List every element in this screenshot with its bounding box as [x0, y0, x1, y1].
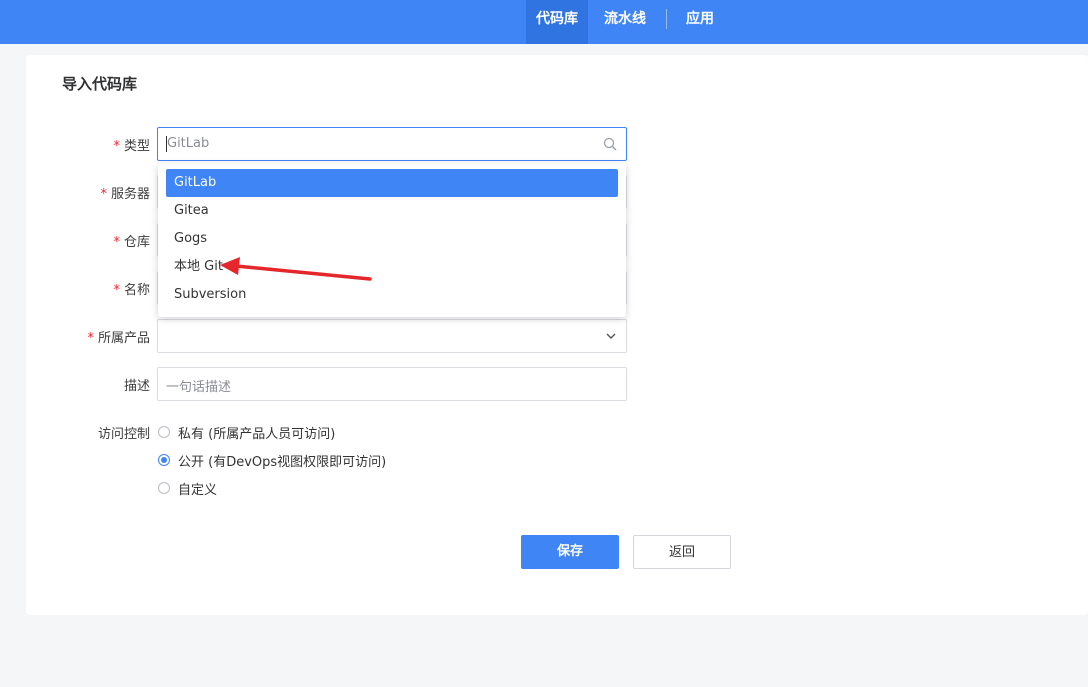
radio-public-label[interactable]: 公开 (有DevOps视图权限即可访问): [178, 451, 386, 470]
nav-divider: [666, 9, 667, 29]
radio-private-label[interactable]: 私有 (所属产品人员可访问): [178, 423, 335, 442]
radio-private[interactable]: [158, 426, 170, 438]
repo-label: * 仓库: [113, 235, 150, 250]
description-input[interactable]: 一句话描述: [157, 367, 627, 401]
type-dropdown-menu: GitLab Gitea Gogs 本地 Git Subversion: [158, 163, 626, 317]
page-title: 导入代码库: [62, 75, 138, 93]
dropdown-option-gogs[interactable]: Gogs: [166, 225, 618, 253]
radio-custom[interactable]: [158, 482, 170, 494]
search-icon: [603, 137, 617, 151]
nav-tab-repositories[interactable]: 代码库: [526, 0, 588, 44]
nav-tab-pipelines[interactable]: 流水线: [596, 0, 654, 44]
radio-public[interactable]: [158, 454, 170, 466]
text-cursor: [166, 136, 167, 152]
desc-label: 描述: [123, 379, 150, 394]
dropdown-option-gitea[interactable]: Gitea: [166, 197, 618, 225]
server-label: * 服务器: [100, 187, 150, 202]
chevron-down-icon: [606, 333, 616, 339]
nav-tab-applications[interactable]: 应用: [678, 0, 722, 44]
dropdown-option-gitlab[interactable]: GitLab: [166, 169, 618, 197]
type-select-input[interactable]: GitLab: [157, 127, 627, 161]
dropdown-option-subversion[interactable]: Subversion: [166, 281, 618, 309]
back-button[interactable]: 返回: [633, 535, 731, 569]
name-label: * 名称: [113, 283, 150, 298]
access-label: 访问控制: [97, 427, 150, 442]
type-select-value: GitLab: [167, 136, 210, 151]
radio-custom-label[interactable]: 自定义: [178, 479, 217, 498]
required-mark: *: [113, 139, 120, 154]
save-button[interactable]: 保存: [521, 535, 619, 569]
dropdown-option-local-git[interactable]: 本地 Git: [166, 253, 618, 281]
product-select[interactable]: [157, 319, 627, 353]
description-placeholder: 一句话描述: [166, 380, 232, 395]
type-label: * 类型: [113, 139, 150, 154]
top-nav-bar: 代码库 流水线 应用: [0, 0, 1088, 44]
product-label: * 所属产品: [87, 331, 150, 346]
